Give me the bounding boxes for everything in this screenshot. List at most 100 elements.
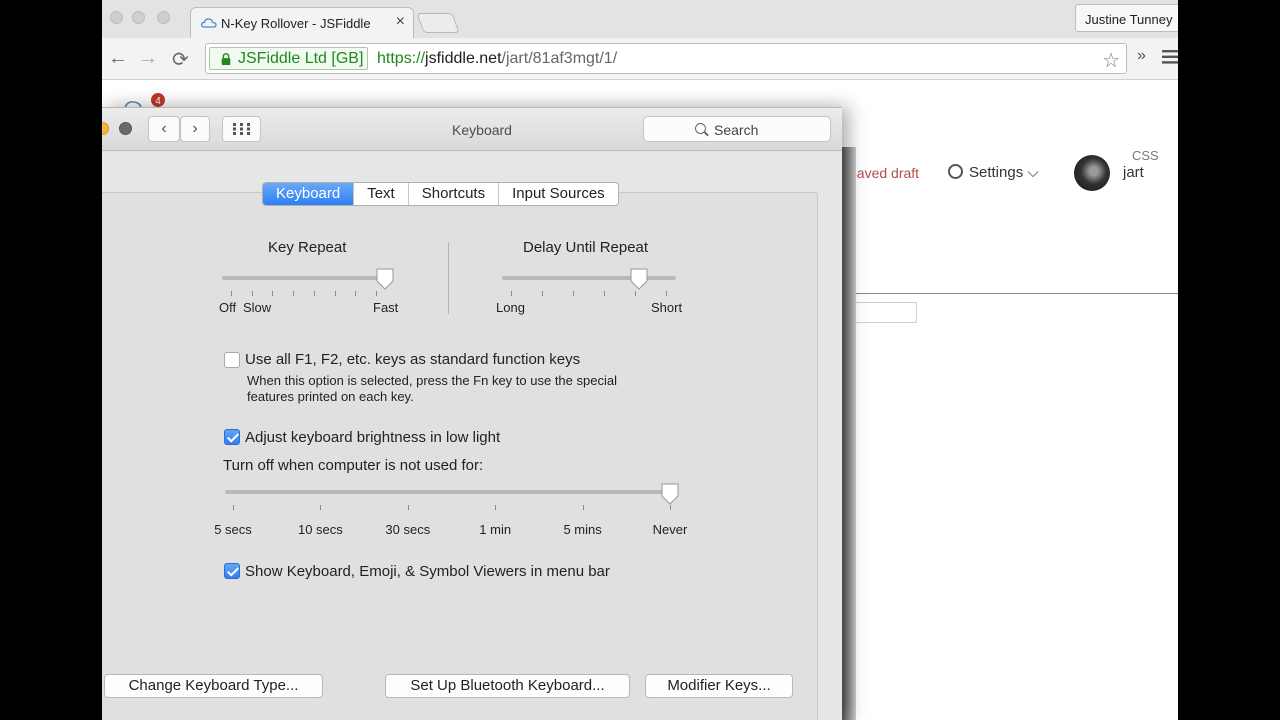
turn-off-tick [670,505,671,510]
settings-menu[interactable]: Settings ⌵ [948,164,1039,181]
delay-tick [666,291,667,296]
url-host: jsfiddle.net [425,50,502,67]
delay-slider-track[interactable] [502,276,676,280]
tab-shortcuts[interactable]: Shortcuts [409,183,500,205]
reload-icon[interactable]: ⟳ [172,47,189,72]
url-text[interactable]: https://jsfiddle.net/jart/81af3mgt/1/ [377,50,617,68]
delay-tick [573,291,574,296]
modifier-keys-button[interactable]: Modifier Keys... [645,674,793,698]
delay-tick [604,291,605,296]
turn-off-tick [233,505,234,510]
change-keyboard-type-button[interactable]: Change Keyboard Type... [104,674,323,698]
keyboard-preferences-window: ‹ › Keyboard Search Keyboard Text Shortc… [102,107,842,720]
turn-off-tick [320,505,322,510]
fn-keys-note-line1: When this option is selected, press the … [247,373,617,388]
css-panel-label: CSS [1132,148,1159,163]
segmented-tabs: Keyboard Text Shortcuts Input Sources [262,182,619,206]
forward-arrow-icon[interactable]: → [138,47,158,70]
key-repeat-title: Key Repeat [268,239,347,256]
delay-slider-thumb[interactable] [629,268,649,290]
profile-button[interactable]: Justine Tunney [1075,4,1178,32]
search-placeholder: Search [714,122,759,138]
close-window-button[interactable] [110,11,123,24]
tab-title: N-Key Rollover - JSFiddle [221,16,371,31]
brightness-checkbox[interactable] [224,429,240,445]
username[interactable]: jart [1123,164,1144,181]
key-repeat-tick [272,291,274,296]
gear-icon [948,164,963,179]
brightness-label[interactable]: Adjust keyboard brightness in low light [245,429,500,446]
tab-strip: N-Key Rollover - JSFiddle × Justine Tunn… [102,0,1178,38]
tab-close-icon[interactable]: × [396,13,405,31]
key-repeat-tick [251,291,253,296]
fn-keys-note-line2: features printed on each key. [247,389,414,404]
delay-until-repeat-title: Delay Until Repeat [523,239,649,256]
viewers-label[interactable]: Show Keyboard, Emoji, & Symbol Viewers i… [245,563,610,580]
window-titlebar[interactable]: ‹ › Keyboard Search [102,108,842,151]
window-shadow [842,147,856,720]
jsfiddle-header: nsaved draft Settings ⌵ jart CSS [842,148,1178,198]
turn-off-tick [407,505,409,510]
extensions-overflow-icon[interactable]: » [1137,47,1146,65]
ev-organization-label: JSFiddle Ltd [GB] [238,50,364,67]
url-path: /jart/81af3mgt/1/ [501,50,618,67]
fn-keys-checkbox[interactable] [224,352,240,368]
turn-off-tick-label: 30 secs [385,522,431,537]
keyboard-pane [102,192,818,720]
menu-icon[interactable] [1162,50,1178,64]
tab-jsfiddle[interactable]: N-Key Rollover - JSFiddle × [190,7,414,38]
key-repeat-tick [231,291,232,296]
delay-short-label: Short [651,300,683,315]
search-icon [695,123,706,134]
key-repeat-tick [355,291,357,296]
bookmark-star-icon[interactable]: ☆ [1102,48,1120,73]
section-divider [448,242,449,314]
turn-off-tick [582,505,584,510]
turn-off-tick [495,505,497,510]
bluetooth-keyboard-button[interactable]: Set Up Bluetooth Keyboard... [385,674,630,698]
browser-toolbar: ← → ⟳ JSFiddle Ltd [GB] https://jsfiddle… [102,38,1178,80]
turn-off-slider-track[interactable] [225,490,671,494]
avatar[interactable] [1074,155,1110,191]
key-repeat-tick [293,291,295,296]
address-bar[interactable]: JSFiddle Ltd [GB] https://jsfiddle.net/j… [205,43,1127,74]
key-repeat-slow-label: Slow [243,300,272,315]
key-repeat-fast-label: Fast [373,300,399,315]
ev-certificate-badge[interactable]: JSFiddle Ltd [GB] [209,47,369,70]
turn-off-slider-thumb[interactable] [660,483,680,505]
tab-keyboard[interactable]: Keyboard [263,183,355,205]
new-tab-button[interactable] [416,13,460,33]
panel-input[interactable] [850,302,917,323]
turn-off-tick-label: 5 secs [214,522,252,537]
turn-off-tick-label: 1 min [479,522,512,537]
delay-tick [635,291,636,296]
chevron-down-icon: ⌵ [1027,164,1039,181]
key-repeat-slider-track[interactable] [222,276,386,280]
turn-off-tick-label: 5 mins [563,522,602,537]
key-repeat-off-label: Off [219,300,237,315]
key-repeat-tick [376,291,377,296]
delay-tick [542,291,543,296]
zoom-window-button[interactable] [157,11,170,24]
viewers-checkbox[interactable] [224,563,240,579]
key-repeat-tick [334,291,336,296]
key-repeat-slider-thumb[interactable] [375,268,395,290]
tab-text[interactable]: Text [354,183,409,205]
lock-icon [221,53,231,65]
turn-off-tick-label: 10 secs [297,522,343,537]
search-field[interactable]: Search [643,116,831,142]
url-scheme: https:// [377,50,426,67]
notification-count: 4 [155,96,161,107]
fn-keys-label[interactable]: Use all F1, F2, etc. keys as standard fu… [245,351,580,368]
jsfiddle-cloud-icon [201,18,217,28]
delay-tick [511,291,512,296]
tab-input-sources[interactable]: Input Sources [499,183,618,205]
key-repeat-tick [313,291,315,296]
minimize-window-button[interactable] [132,11,145,24]
back-arrow-icon[interactable]: ← [108,47,128,70]
settings-label: Settings [969,164,1024,181]
turn-off-tick-label: Never [652,522,688,537]
panel-divider [847,293,1178,294]
delay-long-label: Long [496,300,525,315]
turn-off-label: Turn off when computer is not used for: [223,457,484,474]
